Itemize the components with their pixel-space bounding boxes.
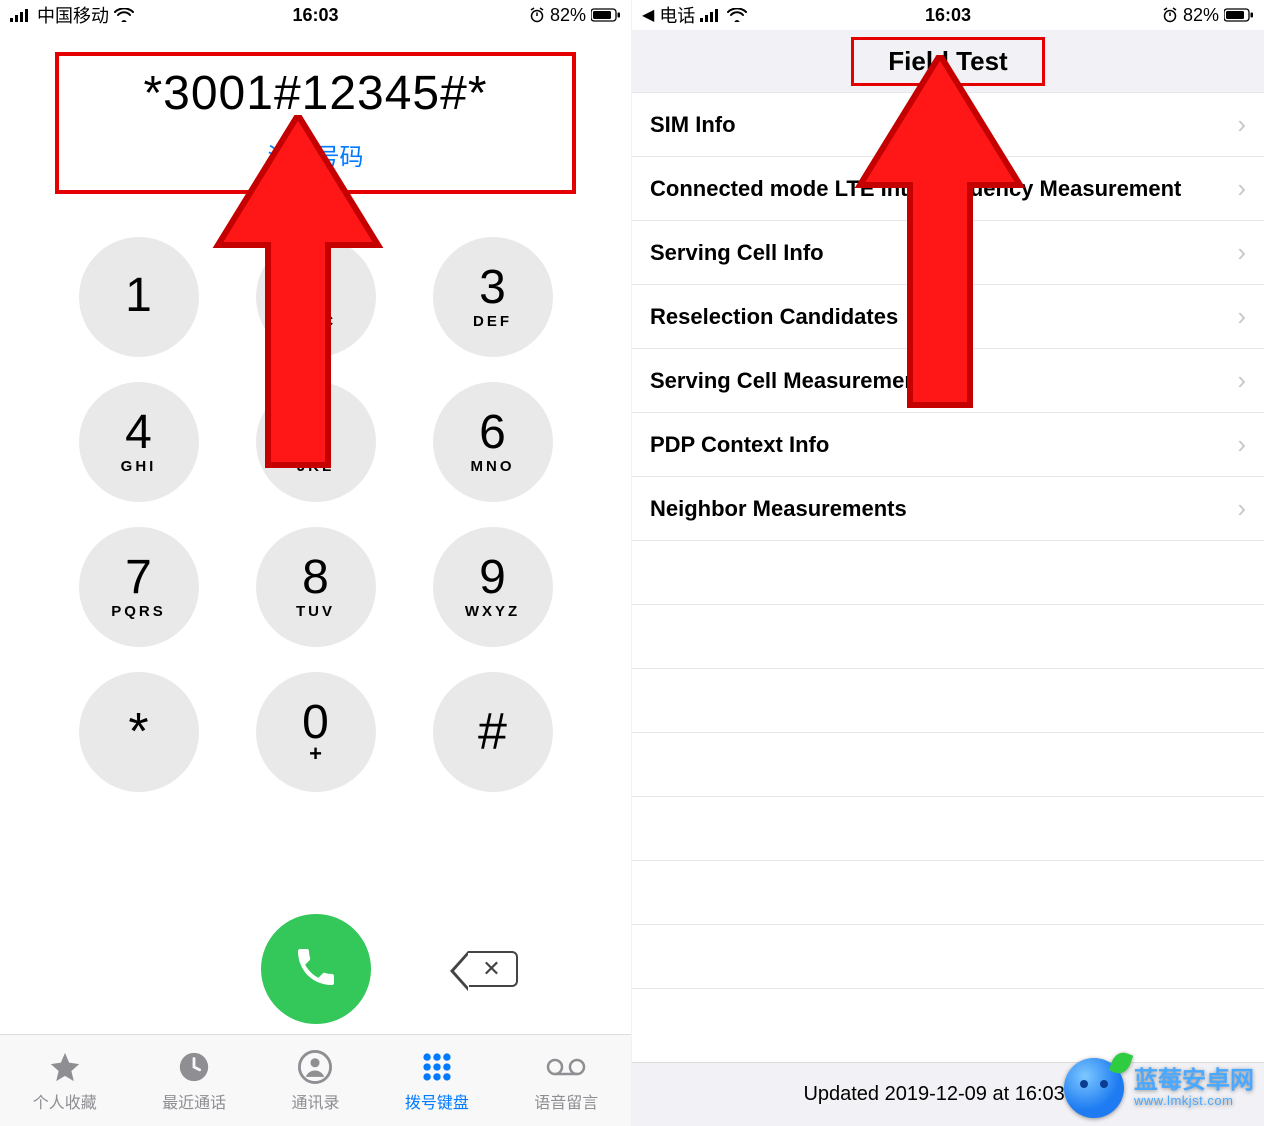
tab-recents[interactable]: 最近通话 xyxy=(162,1049,226,1113)
list-item[interactable]: PDP Context Info› xyxy=(632,413,1264,477)
chevron-right-icon: › xyxy=(1237,301,1246,332)
phone-tab-bar: 个人收藏 最近通话 通讯录 拨号键盘 语音留言 xyxy=(0,1034,631,1126)
backspace-icon: ✕ xyxy=(468,951,518,987)
tab-label: 最近通话 xyxy=(162,1089,226,1113)
key-hash[interactable]: # xyxy=(433,672,553,792)
list-item[interactable]: Neighbor Measurements› xyxy=(632,477,1264,541)
list-item[interactable]: Serving Cell Info› xyxy=(632,221,1264,285)
backspace-button[interactable]: ✕ xyxy=(468,951,518,987)
tab-label: 个人收藏 xyxy=(33,1089,97,1113)
clock-label: 16:03 xyxy=(0,5,631,26)
chevron-right-icon: › xyxy=(1237,365,1246,396)
chevron-right-icon: › xyxy=(1237,109,1246,140)
tab-label: 语音留言 xyxy=(534,1089,598,1113)
clock-icon xyxy=(177,1049,211,1085)
tab-voicemail[interactable]: 语音留言 xyxy=(534,1049,598,1113)
list-item xyxy=(632,733,1264,797)
tab-contacts[interactable]: 通讯录 xyxy=(291,1049,339,1113)
key-5[interactable]: 5JKL xyxy=(256,382,376,502)
field-test-screen: ◀ 电话 16:03 82% Field Test SIM Info› Con xyxy=(632,0,1264,1126)
page-title: Field Test xyxy=(888,46,1007,77)
key-8[interactable]: 8TUV xyxy=(256,527,376,647)
nav-header: Field Test xyxy=(632,30,1264,92)
updated-label: Updated 2019-12-09 at 16:03:23 xyxy=(803,1083,1092,1106)
watermark: 蓝莓安卓网 www.lmkjst.com xyxy=(1064,1058,1254,1118)
key-7[interactable]: 7PQRS xyxy=(79,527,199,647)
dialer-screen: 中国移动 16:03 82% *3001#12345#* 添加号码 1 2ABC… xyxy=(0,0,632,1126)
key-1[interactable]: 1 xyxy=(79,237,199,357)
title-highlight: Field Test xyxy=(851,37,1044,86)
list-item xyxy=(632,541,1264,605)
list-item xyxy=(632,605,1264,669)
tab-favorites[interactable]: 个人收藏 xyxy=(33,1049,97,1113)
dial-display: *3001#12345#* xyxy=(59,66,572,121)
list-item xyxy=(632,861,1264,925)
list-item[interactable]: Reselection Candidates› xyxy=(632,285,1264,349)
key-9[interactable]: 9WXYZ xyxy=(433,527,553,647)
chevron-right-icon: › xyxy=(1237,237,1246,268)
watermark-mascot-icon xyxy=(1064,1058,1124,1118)
key-star[interactable]: * xyxy=(79,672,199,792)
phone-icon xyxy=(292,943,340,996)
list-item xyxy=(632,925,1264,989)
chevron-right-icon: › xyxy=(1237,173,1246,204)
list-item[interactable]: SIM Info› xyxy=(632,93,1264,157)
watermark-url: www.lmkjst.com xyxy=(1134,1094,1254,1108)
key-4[interactable]: 4GHI xyxy=(79,382,199,502)
field-test-list: SIM Info› Connected mode LTE Intrafreque… xyxy=(632,92,1264,989)
keypad-icon xyxy=(420,1049,454,1085)
chevron-right-icon: › xyxy=(1237,429,1246,460)
dial-entry-highlight: *3001#12345#* 添加号码 xyxy=(55,52,576,194)
key-0[interactable]: 0+ xyxy=(256,672,376,792)
tab-label: 通讯录 xyxy=(291,1089,339,1113)
watermark-title: 蓝莓安卓网 xyxy=(1134,1068,1254,1094)
clock-label: 16:03 xyxy=(632,5,1264,26)
key-2[interactable]: 2ABC xyxy=(256,237,376,357)
tab-keypad[interactable]: 拨号键盘 xyxy=(405,1049,469,1113)
call-button[interactable] xyxy=(261,914,371,1024)
star-icon xyxy=(48,1049,82,1085)
add-number-button[interactable]: 添加号码 xyxy=(59,137,572,172)
chevron-right-icon: › xyxy=(1237,493,1246,524)
person-icon xyxy=(298,1049,332,1085)
list-item[interactable]: Serving Cell Measurements› xyxy=(632,349,1264,413)
status-bar-right: ◀ 电话 16:03 82% xyxy=(632,0,1264,30)
dial-keypad: 1 2ABC 3DEF 4GHI 5JKL 6MNO 7PQRS 8TUV 9W… xyxy=(0,194,631,914)
list-item xyxy=(632,669,1264,733)
key-6[interactable]: 6MNO xyxy=(433,382,553,502)
list-item xyxy=(632,797,1264,861)
list-item[interactable]: Connected mode LTE Intrafrequency Measur… xyxy=(632,157,1264,221)
status-bar-left: 中国移动 16:03 82% xyxy=(0,0,631,30)
voicemail-icon xyxy=(546,1049,586,1085)
key-3[interactable]: 3DEF xyxy=(433,237,553,357)
tab-label: 拨号键盘 xyxy=(405,1089,469,1113)
